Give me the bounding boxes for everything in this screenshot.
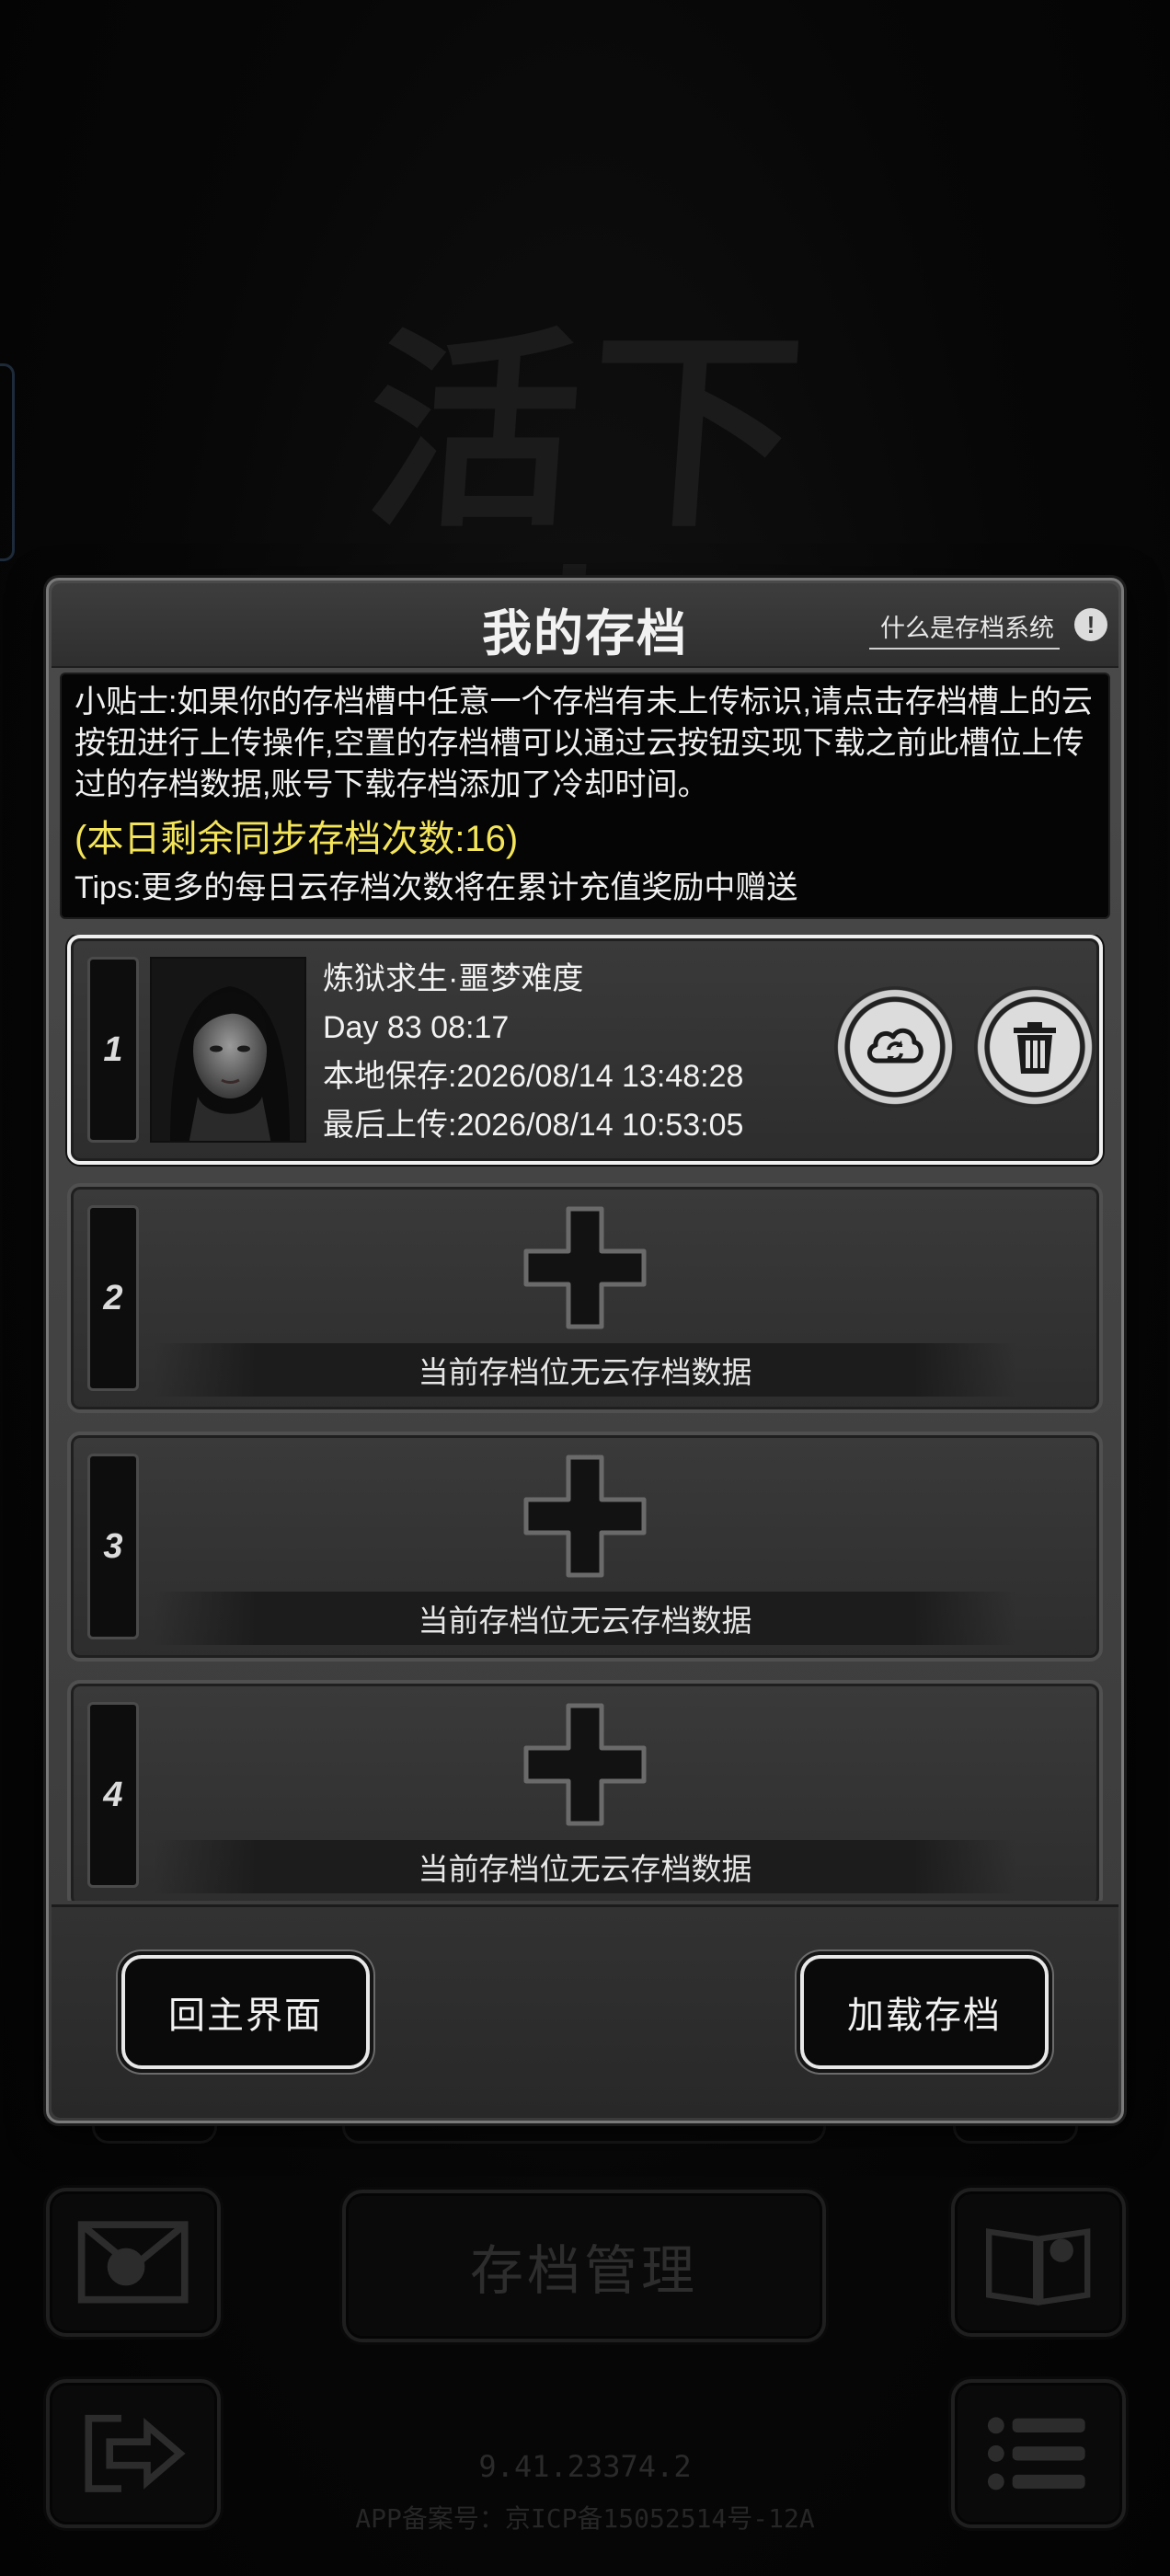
empty-slot-text: 当前存档位无云存档数据 [418, 1604, 752, 1638]
screen: 活下去 存档管理 9.41.23374.2 APP备案号：京ICP备150525 [0, 0, 1170, 2576]
day-time-label: Day 83 08:17 [323, 1010, 510, 1045]
tips-extra-text: Tips:更多的每日云存档次数将在累计充值奖励中赠送 [75, 870, 798, 905]
mail-icon [78, 2221, 189, 2304]
slot-number: 1 [87, 957, 139, 1143]
cloud-sync-icon [867, 1028, 923, 1064]
add-save-button[interactable] [521, 1700, 649, 1829]
save-slot-3[interactable]: 3 当前存档位无云存档数据 [67, 1432, 1103, 1662]
plus-icon [523, 1703, 647, 1826]
save-slot-2[interactable]: 2 当前存档位无云存档数据 [67, 1183, 1103, 1413]
empty-slot-text: 当前存档位无云存档数据 [418, 1355, 752, 1389]
tips-panel: 小贴士:如果你的存档槽中任意一个存档有未上传标识,请点击存档槽上的云按钮进行上传… [60, 673, 1110, 919]
version-text: 9.41.23374.2 [478, 2449, 692, 2484]
what-is-save-system-link[interactable]: 什么是存档系统 [869, 608, 1060, 650]
book-icon-button[interactable] [951, 2188, 1126, 2337]
add-save-button[interactable] [521, 1452, 649, 1581]
slot-details: 炼狱求生·噩梦难度 Day 83 08:17 本地保存:2026/08/14 1… [323, 955, 743, 1150]
local-save-time: 本地保存:2026/08/14 13:48:28 [323, 1059, 744, 1094]
save-slot-1[interactable]: 1 炼狱求生·噩梦难度 Day 83 08:17 本地保存:2026/08/14… [67, 935, 1103, 1165]
info-icon[interactable]: ! [1074, 608, 1107, 641]
sync-count-text: (本日剩余同步存档次数:16) [75, 819, 519, 859]
save-slot-4[interactable]: 4 当前存档位无云存档数据 [67, 1680, 1103, 1901]
back-to-main-button[interactable]: 回主界面 [121, 1955, 370, 2069]
add-save-button[interactable] [521, 1203, 649, 1332]
icp-text: APP备案号：京ICP备15052514号-12A [355, 2503, 815, 2534]
game-logo: 活下去 [359, 308, 819, 796]
difficulty-label: 炼狱求生·噩梦难度 [323, 961, 584, 996]
dialog-header: 我的存档 什么是存档系统 ! [52, 583, 1118, 668]
trash-icon [1014, 1022, 1056, 1074]
cloud-upload-button[interactable] [834, 986, 956, 1108]
load-save-button[interactable]: 加载存档 [800, 1955, 1049, 2069]
book-icon [986, 2228, 1091, 2306]
delete-save-button[interactable] [974, 986, 1095, 1108]
plus-icon [523, 1206, 647, 1329]
last-upload-time: 最后上传:2026/08/14 10:53:05 [323, 1108, 744, 1143]
side-tab-edge [0, 363, 15, 561]
save-manager-dialog: 我的存档 什么是存档系统 ! 小贴士:如果你的存档槽中任意一个存档有未上传标识,… [46, 578, 1124, 2123]
tips-text: 小贴士:如果你的存档槽中任意一个存档有未上传标识,请点击存档槽上的云按钮进行上传… [75, 684, 1093, 802]
save-manage-button[interactable]: 存档管理 [342, 2190, 826, 2342]
mail-icon-button[interactable] [46, 2188, 221, 2337]
character-avatar [150, 957, 306, 1143]
save-slot-list[interactable]: 1 炼狱求生·噩梦难度 Day 83 08:17 本地保存:2026/08/14… [60, 935, 1110, 1901]
empty-slot-text: 当前存档位无云存档数据 [418, 1852, 752, 1886]
plus-icon [523, 1455, 647, 1578]
dialog-footer: 回主界面 加载存档 [52, 1904, 1118, 2118]
